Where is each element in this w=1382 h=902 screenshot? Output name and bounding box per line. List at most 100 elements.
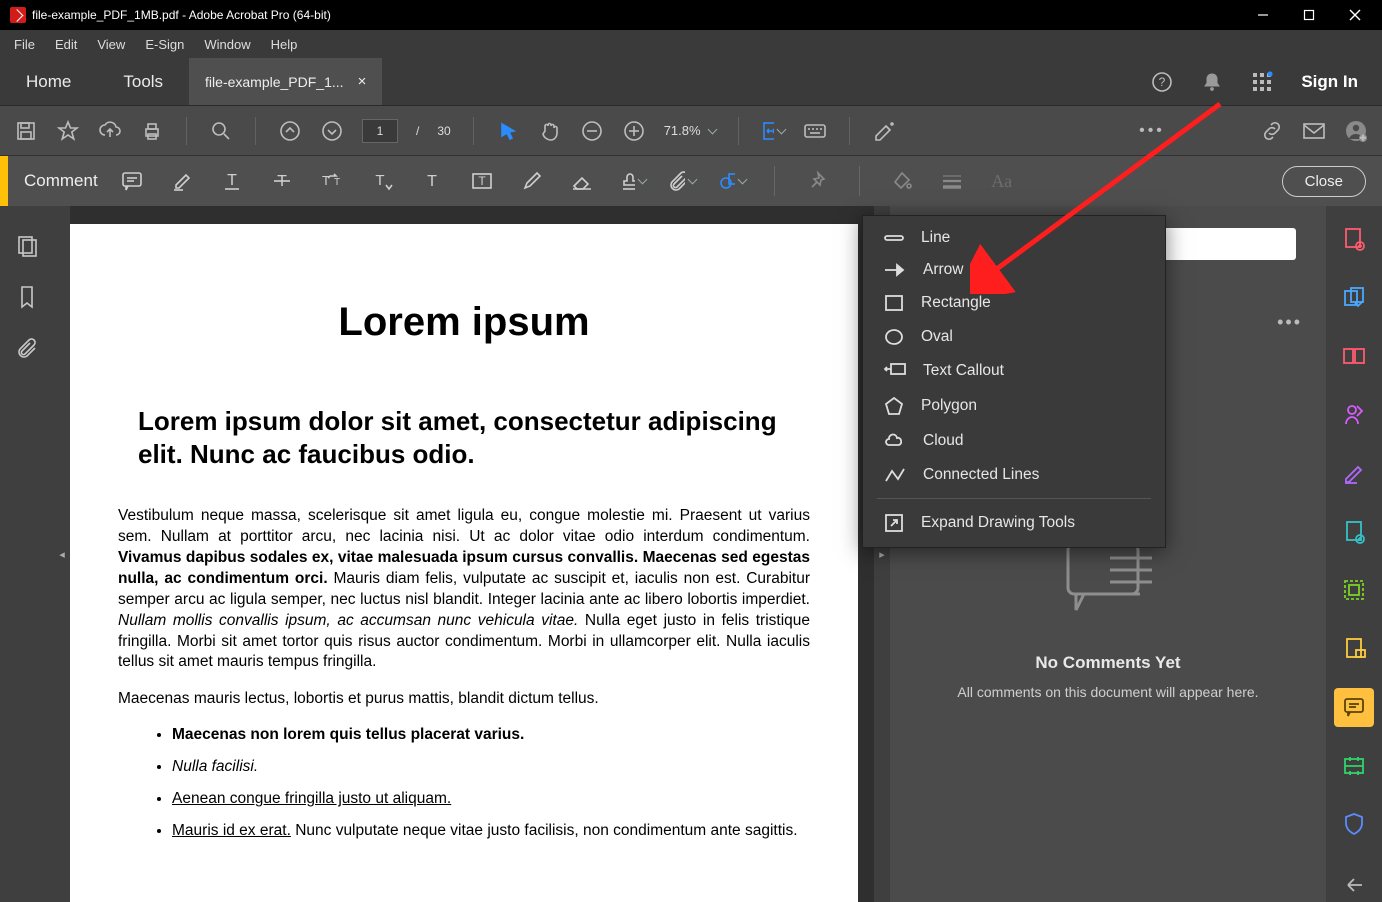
- more-tools-icon[interactable]: •••: [1140, 119, 1164, 143]
- svg-text:T: T: [375, 172, 384, 189]
- cloud-upload-icon[interactable]: [98, 119, 122, 143]
- save-icon[interactable]: [14, 119, 38, 143]
- document-page[interactable]: Lorem ipsum Lorem ipsum dolor sit amet, …: [70, 224, 858, 902]
- window-close-button[interactable]: [1332, 0, 1378, 30]
- svg-text:T: T: [322, 173, 330, 188]
- strikethrough-tool-icon[interactable]: T: [268, 167, 296, 195]
- menu-edit[interactable]: Edit: [45, 33, 87, 56]
- drawing-menu-cloud[interactable]: Cloud: [863, 424, 1165, 458]
- underline-tool-icon[interactable]: T: [218, 167, 246, 195]
- zoom-out-icon[interactable]: [580, 119, 604, 143]
- document-tab-label: file-example_PDF_1...: [205, 74, 344, 90]
- drawing-menu-oval[interactable]: Oval: [863, 320, 1165, 354]
- protect-icon[interactable]: [1334, 805, 1374, 844]
- fill-color-icon[interactable]: [888, 167, 916, 195]
- request-signatures-icon[interactable]: [1334, 396, 1374, 435]
- text-style-icon[interactable]: Aa: [988, 167, 1016, 195]
- document-tab-close-icon[interactable]: ×: [358, 73, 367, 90]
- share-link-icon[interactable]: [1260, 119, 1284, 143]
- organize-pages-icon[interactable]: [1334, 571, 1374, 610]
- drawing-menu-rectangle[interactable]: Rectangle: [863, 286, 1165, 320]
- menu-file[interactable]: File: [4, 33, 45, 56]
- edit-pdf-icon[interactable]: [1334, 337, 1374, 376]
- drawing-menu-label: Rectangle: [921, 294, 991, 312]
- sign-in-button[interactable]: Sign In: [1301, 72, 1358, 92]
- window-title: file-example_PDF_1MB.pdf - Adobe Acrobat…: [32, 8, 331, 22]
- svg-text:T: T: [478, 174, 486, 188]
- fit-width-icon[interactable]: [761, 119, 785, 143]
- svg-text:+: +: [1360, 133, 1365, 143]
- drawing-tools-menu: Line Arrow Rectangle Oval Text Callout P…: [862, 215, 1166, 548]
- drawing-tools-dropdown[interactable]: [718, 167, 746, 195]
- page-down-icon[interactable]: [320, 119, 344, 143]
- drawing-menu-arrow[interactable]: Arrow: [863, 254, 1165, 286]
- stamp-tool-icon[interactable]: [618, 167, 646, 195]
- attachments-icon[interactable]: [16, 336, 38, 360]
- drawing-menu-connected-lines[interactable]: Connected Lines: [863, 458, 1165, 492]
- zoom-dropdown[interactable]: 71.8%: [664, 123, 716, 138]
- left-pane-collapse[interactable]: ◂: [54, 206, 70, 902]
- drawing-menu-label: Cloud: [923, 432, 964, 450]
- window-maximize-button[interactable]: [1286, 0, 1332, 30]
- highlight-tool-icon[interactable]: [168, 167, 196, 195]
- thumbnails-icon[interactable]: [15, 234, 39, 258]
- star-icon[interactable]: [56, 119, 80, 143]
- attachment-tool-icon[interactable]: [668, 167, 696, 195]
- hand-tool-icon[interactable]: [538, 119, 562, 143]
- find-icon[interactable]: [209, 119, 233, 143]
- drawing-menu-label: Expand Drawing Tools: [921, 514, 1075, 532]
- main-toolbar: / 30 71.8% ••• +: [0, 106, 1382, 156]
- menu-esign[interactable]: E-Sign: [135, 33, 194, 56]
- right-tools-rail: [1326, 206, 1382, 902]
- window-minimize-button[interactable]: [1240, 0, 1286, 30]
- close-comment-toolbar-button[interactable]: Close: [1282, 166, 1366, 197]
- menu-view[interactable]: View: [87, 33, 135, 56]
- menu-help[interactable]: Help: [261, 33, 308, 56]
- help-icon[interactable]: ?: [1151, 71, 1173, 93]
- comment-tool-icon[interactable]: [1334, 688, 1374, 727]
- chevron-down-icon: [705, 123, 716, 138]
- send-for-comments-icon[interactable]: [1334, 630, 1374, 669]
- sticky-note-tool-icon[interactable]: [118, 167, 146, 195]
- drawing-menu-text-callout[interactable]: Text Callout: [863, 354, 1165, 388]
- drawing-menu-expand[interactable]: Expand Drawing Tools: [863, 505, 1165, 541]
- drawing-menu-label: Connected Lines: [923, 466, 1039, 484]
- account-icon[interactable]: +: [1344, 119, 1368, 143]
- replace-text-tool-icon[interactable]: TT: [318, 167, 346, 195]
- svg-text:T: T: [334, 177, 340, 188]
- pin-tool-icon[interactable]: [803, 167, 831, 195]
- add-text-tool-icon[interactable]: T: [418, 167, 446, 195]
- more-tools-rail-icon[interactable]: [1334, 864, 1374, 902]
- export-pdf-icon[interactable]: [1334, 513, 1374, 552]
- create-pdf-icon[interactable]: [1334, 220, 1374, 259]
- window-titlebar: file-example_PDF_1MB.pdf - Adobe Acrobat…: [0, 0, 1382, 30]
- page-up-icon[interactable]: [278, 119, 302, 143]
- chevron-down-icon: [735, 172, 746, 190]
- print-icon[interactable]: [140, 119, 164, 143]
- comments-panel-options-icon[interactable]: •••: [1277, 312, 1302, 333]
- keyboard-icon[interactable]: [803, 119, 827, 143]
- pencil-tool-icon[interactable]: [518, 167, 546, 195]
- fill-sign-icon[interactable]: [1334, 454, 1374, 493]
- drawing-menu-line[interactable]: Line: [863, 222, 1165, 254]
- svg-text:T: T: [427, 173, 437, 190]
- document-tab[interactable]: file-example_PDF_1... ×: [189, 58, 382, 105]
- bookmarks-icon[interactable]: [16, 284, 38, 310]
- eraser-tool-icon[interactable]: [568, 167, 596, 195]
- combine-files-icon[interactable]: [1334, 279, 1374, 318]
- scan-ocr-icon[interactable]: [1334, 747, 1374, 786]
- drawing-menu-polygon[interactable]: Polygon: [863, 388, 1165, 424]
- line-thickness-icon[interactable]: [938, 167, 966, 195]
- apps-grid-icon[interactable]: [1251, 71, 1273, 93]
- zoom-in-icon[interactable]: [622, 119, 646, 143]
- menu-window[interactable]: Window: [194, 33, 260, 56]
- selection-tool-icon[interactable]: [496, 119, 520, 143]
- email-icon[interactable]: [1302, 119, 1326, 143]
- highlight-quick-icon[interactable]: [872, 119, 896, 143]
- bell-icon[interactable]: [1201, 71, 1223, 93]
- page-number-input[interactable]: [362, 119, 398, 143]
- insert-text-tool-icon[interactable]: T: [368, 167, 396, 195]
- textbox-tool-icon[interactable]: T: [468, 167, 496, 195]
- tab-tools[interactable]: Tools: [97, 58, 189, 105]
- tab-home[interactable]: Home: [0, 58, 97, 105]
